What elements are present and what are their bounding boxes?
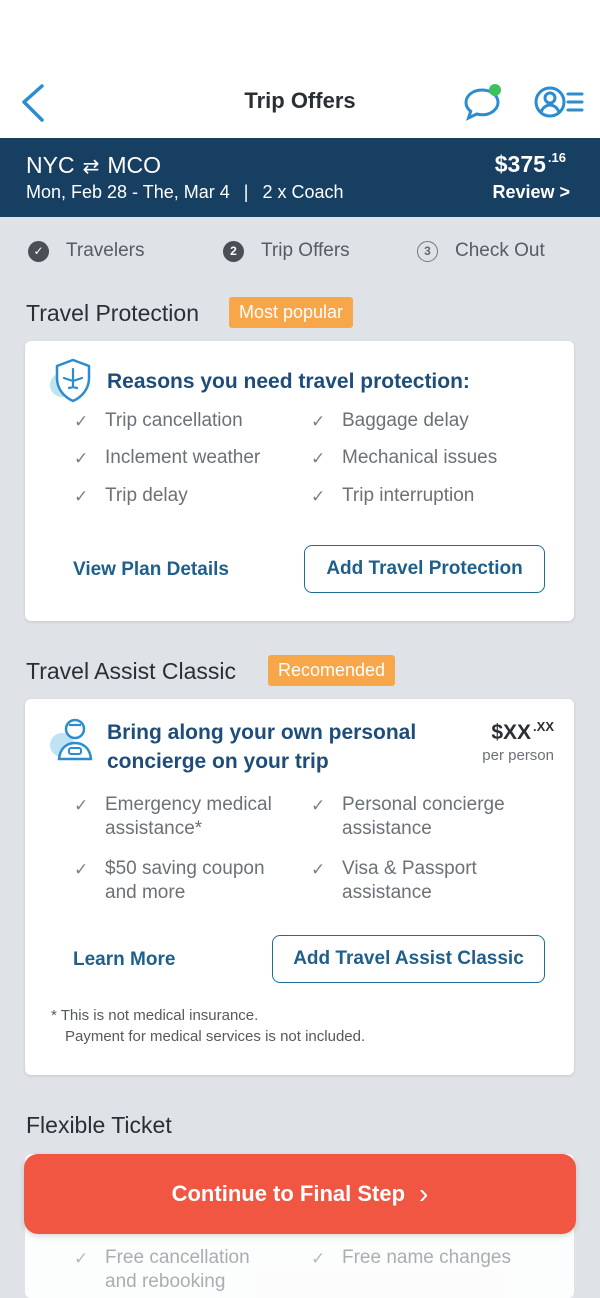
chat-bubble-icon xyxy=(464,84,501,121)
check-icon: ✓ xyxy=(311,1249,326,1268)
top-app-bar: Trip Offers xyxy=(0,0,600,138)
concierge-icon xyxy=(49,715,97,763)
chat-button[interactable] xyxy=(462,82,506,122)
step-trip-offers[interactable]: 2 Trip Offers xyxy=(223,240,350,262)
trip-price-cents: .16 xyxy=(547,150,566,165)
medical-disclaimer: * This is not medical insurance. Payment… xyxy=(51,1007,366,1045)
check-icon: ✓ xyxy=(311,412,326,431)
per-person-label: per person xyxy=(482,747,554,764)
continue-label: Continue to Final Step xyxy=(171,1181,406,1206)
step-number-badge: 2 xyxy=(223,240,244,262)
check-icon: ✓ xyxy=(74,860,89,879)
check-icon: ✓ xyxy=(74,796,89,815)
review-link[interactable]: Review > xyxy=(492,182,570,203)
view-plan-details-link[interactable]: View Plan Details xyxy=(73,559,229,581)
step-check-out[interactable]: 3 Check Out xyxy=(417,240,545,262)
card-heading: Bring along your own personal concierge … xyxy=(107,721,417,773)
trip-summary-bar: NYC ⇄ MCO Mon, Feb 28 - The, Mar 4 | 2 x Coa… xyxy=(0,138,600,217)
check-icon: ✓ xyxy=(74,449,89,468)
check-icon: ✓ xyxy=(311,487,326,506)
chevron-right-icon: › xyxy=(419,1178,429,1209)
card-heading: Reasons you need travel protection: xyxy=(107,370,470,393)
step-label: Trip Offers xyxy=(261,240,350,261)
trip-dates: Mon, Feb 28 - The, Mar 4 xyxy=(26,182,230,202)
learn-more-link[interactable]: Learn More xyxy=(73,949,175,971)
origin-code: NYC xyxy=(26,152,75,178)
section-title-travel-assist: Travel Assist Classic xyxy=(26,658,237,684)
trip-price-main: $375 xyxy=(494,151,546,177)
divider: | xyxy=(243,182,249,202)
check-icon: ✓ xyxy=(311,860,326,879)
profile-menu-button[interactable] xyxy=(530,82,586,122)
add-travel-assist-button[interactable]: Add Travel Assist Classic xyxy=(272,935,545,983)
section-title-flexible-ticket: Flexible Ticket xyxy=(26,1112,172,1138)
progress-steps: ✓ Travelers 2 Trip Offers 3 Check Out xyxy=(0,240,600,272)
recommended-badge: Recomended xyxy=(268,655,396,686)
trip-price: $375.16 xyxy=(495,150,566,178)
check-icon: ✓ xyxy=(311,796,326,815)
check-icon: ✓ xyxy=(74,412,89,431)
section-title-travel-protection: Travel Protection xyxy=(26,300,199,326)
trip-route: NYC ⇄ MCO xyxy=(26,152,161,179)
profile-menu-icon xyxy=(534,86,584,118)
add-travel-protection-button[interactable]: Add Travel Protection xyxy=(304,545,545,593)
page-title: Trip Offers xyxy=(244,88,356,113)
check-icon: ✓ xyxy=(311,449,326,468)
travel-protection-card: Reasons you need travel protection: ✓ Tri… xyxy=(25,341,574,621)
travel-assist-card: Bring along your own personal concierge … xyxy=(25,699,574,1075)
check-icon: ✓ xyxy=(74,487,89,506)
step-number-badge: 3 xyxy=(417,240,438,262)
continue-button[interactable]: Continue to Final Step › xyxy=(24,1154,576,1234)
step-label: Check Out xyxy=(455,240,545,261)
assist-price: $XX .XX xyxy=(491,719,554,744)
trip-details: Mon, Feb 28 - The, Mar 4 | 2 x Coach xyxy=(26,182,344,203)
check-circle-icon: ✓ xyxy=(28,240,49,262)
passenger-count: 2 x Coach xyxy=(262,182,344,202)
swap-arrows-icon: ⇄ xyxy=(82,156,100,178)
most-popular-badge: Most popular xyxy=(229,297,354,328)
step-label: Travelers xyxy=(66,240,145,261)
step-travelers[interactable]: ✓ Travelers xyxy=(28,240,144,262)
shield-plane-icon xyxy=(49,357,97,405)
destination-code: MCO xyxy=(107,152,161,178)
check-icon: ✓ xyxy=(74,1249,89,1268)
